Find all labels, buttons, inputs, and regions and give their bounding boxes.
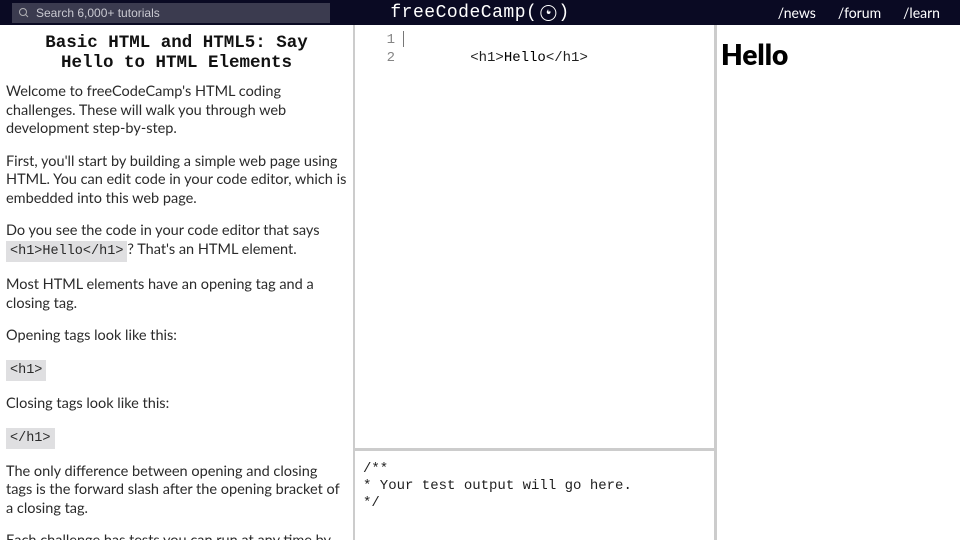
lesson-paragraph: Do you see the code in your code editor … (6, 222, 347, 262)
lesson-paragraph: First, you'll start by building a simple… (6, 153, 347, 209)
logo[interactable]: freeCodeCamp( ) (390, 3, 569, 23)
line-gutter: 1 2 (355, 25, 403, 448)
line-number: 1 (355, 31, 395, 49)
lesson-paragraph: Each challenge has tests you can run at … (6, 532, 347, 540)
primary-nav: /news /forum /learn (778, 4, 960, 21)
nav-news[interactable]: /news (778, 4, 816, 21)
lesson-paragraph: Most HTML elements have an opening tag a… (6, 276, 347, 313)
nav-learn[interactable]: /learn (903, 4, 940, 21)
nav-forum[interactable]: /forum (838, 4, 881, 21)
lesson-paragraph: <h1> (6, 360, 347, 381)
search-wrap[interactable] (12, 3, 330, 23)
code-snippet: <h1>Hello</h1> (6, 241, 127, 262)
code-token-tag: <h1> (470, 50, 504, 66)
logo-text: ) (558, 3, 569, 23)
text-cursor (403, 31, 404, 47)
lesson-text: Do you see the code in your code editor … (6, 222, 320, 239)
line-number: 2 (355, 49, 395, 67)
lesson-paragraph: Closing tags look like this: (6, 395, 347, 414)
code-token-tag: </h1> (546, 50, 588, 66)
lesson-paragraph: Welcome to freeCodeCamp's HTML coding ch… (6, 83, 347, 139)
preview-heading: Hello (721, 37, 960, 71)
code-token-text: Hello (504, 50, 546, 66)
code-snippet: <h1> (6, 360, 46, 381)
test-output-panel: /** * Your test output will go here. */ (355, 448, 714, 540)
instructions-panel[interactable]: Basic HTML and HTML5: Say Hello to HTML … (0, 25, 355, 540)
lesson-title: Basic HTML and HTML5: Say Hello to HTML … (24, 33, 329, 73)
editor-column: 1 2 <h1>Hello</h1> /** * Your test outpu… (355, 25, 717, 540)
lesson-paragraph: The only difference between opening and … (6, 463, 347, 519)
code-editor[interactable]: 1 2 <h1>Hello</h1> (355, 25, 714, 448)
code-snippet: </h1> (6, 428, 55, 449)
lesson-text: ? That's an HTML element. (127, 241, 296, 258)
logo-text: freeCodeCamp( (390, 3, 537, 23)
main: Basic HTML and HTML5: Say Hello to HTML … (0, 25, 960, 540)
lesson-paragraph: </h1> (6, 428, 347, 449)
global-header: freeCodeCamp( ) /news /forum /learn (0, 0, 960, 25)
fire-icon (540, 5, 556, 21)
code-area[interactable]: <h1>Hello</h1> (403, 25, 588, 448)
search-icon (18, 7, 30, 19)
lesson-paragraph: Opening tags look like this: (6, 327, 347, 346)
search-input[interactable] (36, 6, 324, 20)
preview-panel: Hello (717, 25, 960, 540)
